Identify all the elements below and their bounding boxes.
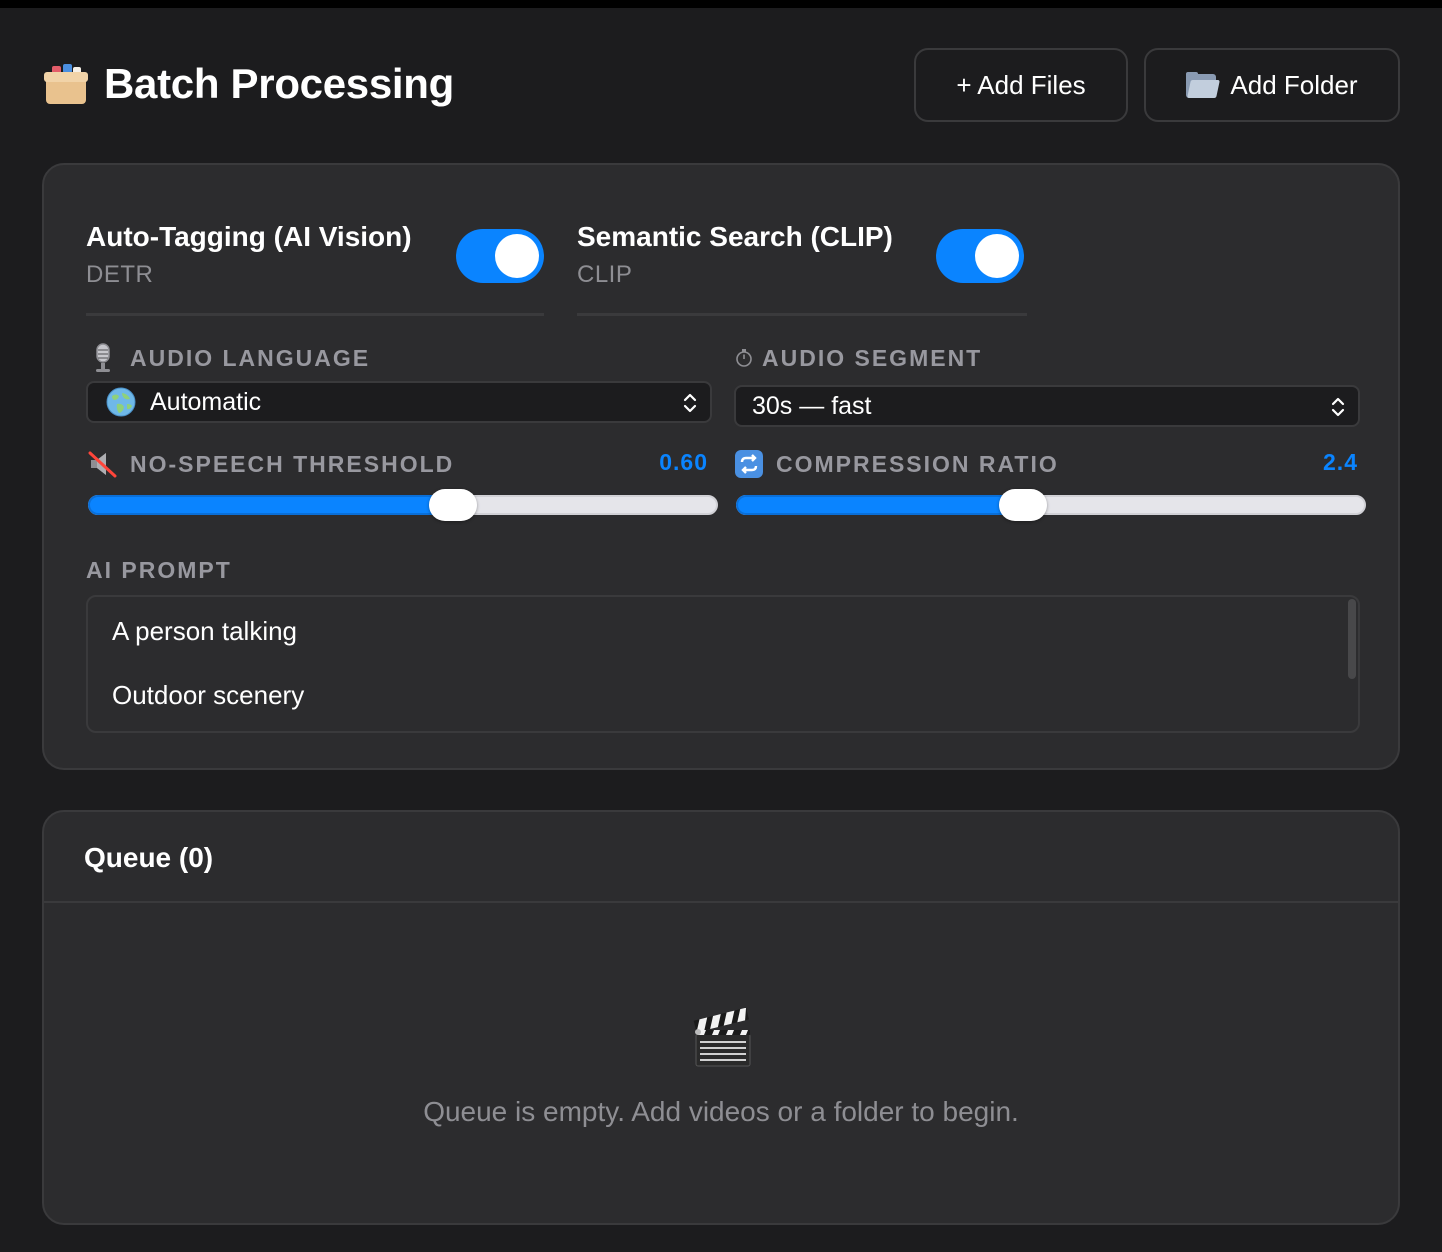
slider-thumb[interactable] bbox=[429, 489, 478, 521]
slider-fill bbox=[736, 495, 1023, 515]
queue-title: Queue (0) bbox=[84, 842, 214, 873]
no-speech-threshold-text: NO-SPEECH THRESHOLD bbox=[130, 450, 455, 477]
audio-segment-text: AUDIO SEGMENT bbox=[762, 344, 983, 371]
slider-fill bbox=[88, 495, 454, 515]
globe-icon bbox=[106, 387, 136, 417]
page-title: Batch Processing bbox=[104, 60, 454, 107]
ai-prompt-textarea[interactable]: A person talking Outdoor scenery bbox=[86, 595, 1360, 733]
window-top-strip bbox=[0, 0, 1442, 8]
clapper-board-icon bbox=[690, 1007, 754, 1072]
scrollbar[interactable] bbox=[1348, 599, 1356, 679]
settings-panel: Auto-Tagging (AI Vision) DETR Semantic S… bbox=[42, 163, 1400, 770]
divider bbox=[577, 313, 1027, 316]
semantic-search-setting: Semantic Search (CLIP) CLIP bbox=[577, 221, 893, 289]
auto-tagging-label: Auto-Tagging (AI Vision) bbox=[86, 221, 412, 252]
title-wrap: Batch Processing bbox=[44, 60, 454, 108]
audio-segment-value: 30s — fast bbox=[752, 391, 872, 420]
add-files-button[interactable]: + Add Files bbox=[914, 48, 1128, 122]
toggle-knob bbox=[495, 234, 539, 278]
audio-language-text: AUDIO LANGUAGE bbox=[130, 344, 371, 371]
microphone-icon bbox=[88, 343, 118, 373]
audio-segment-label: AUDIO SEGMENT bbox=[734, 343, 982, 373]
prompt-line: A person talking bbox=[112, 616, 298, 646]
divider bbox=[44, 901, 1398, 903]
add-files-label: + Add Files bbox=[956, 69, 1086, 100]
divider bbox=[86, 313, 544, 316]
toggle-knob bbox=[975, 234, 1019, 278]
auto-tagging-toggle[interactable] bbox=[456, 229, 544, 283]
queue-panel: Queue (0) Queue is empty. Add videos or … bbox=[42, 810, 1400, 1225]
auto-tagging-model: DETR bbox=[86, 261, 154, 288]
add-folder-label: Add Folder bbox=[1230, 69, 1358, 100]
semantic-search-label: Semantic Search (CLIP) bbox=[577, 221, 893, 252]
header: Batch Processing + Add Files Add Folder bbox=[44, 48, 1400, 122]
ai-prompt-label: AI PROMPT bbox=[86, 557, 232, 583]
no-speech-threshold-label: NO-SPEECH THRESHOLD bbox=[88, 449, 454, 479]
prompt-line: Outdoor scenery bbox=[112, 680, 305, 710]
card-file-box-icon bbox=[44, 64, 88, 104]
auto-tagging-setting: Auto-Tagging (AI Vision) DETR bbox=[86, 221, 412, 289]
slider-thumb[interactable] bbox=[998, 489, 1047, 521]
no-speech-threshold-slider[interactable] bbox=[88, 489, 718, 521]
compression-ratio-text: COMPRESSION RATIO bbox=[776, 450, 1059, 477]
audio-language-label: AUDIO LANGUAGE bbox=[88, 343, 370, 373]
add-folder-button[interactable]: Add Folder bbox=[1144, 48, 1400, 122]
compression-ratio-value: 2.4 bbox=[1323, 449, 1358, 475]
compression-ratio-slider[interactable] bbox=[736, 489, 1366, 521]
audio-language-select[interactable]: Automatic bbox=[86, 381, 712, 423]
stopwatch-icon bbox=[734, 343, 754, 373]
queue-empty-message: Queue is empty. Add videos or a folder t… bbox=[423, 1096, 1019, 1127]
compression-ratio-label: COMPRESSION RATIO bbox=[734, 449, 1059, 479]
audio-language-value: Automatic bbox=[150, 387, 262, 416]
semantic-search-model: CLIP bbox=[577, 261, 633, 288]
muted-speaker-icon bbox=[88, 449, 118, 479]
semantic-search-toggle[interactable] bbox=[936, 229, 1024, 283]
chevron-up-down-icon bbox=[683, 393, 697, 413]
repeat-icon bbox=[734, 449, 764, 479]
audio-segment-select[interactable]: 30s — fast bbox=[734, 385, 1360, 427]
no-speech-threshold-value: 0.60 bbox=[659, 449, 708, 475]
chevron-up-down-icon bbox=[1331, 397, 1345, 417]
folder-icon bbox=[1186, 72, 1221, 98]
